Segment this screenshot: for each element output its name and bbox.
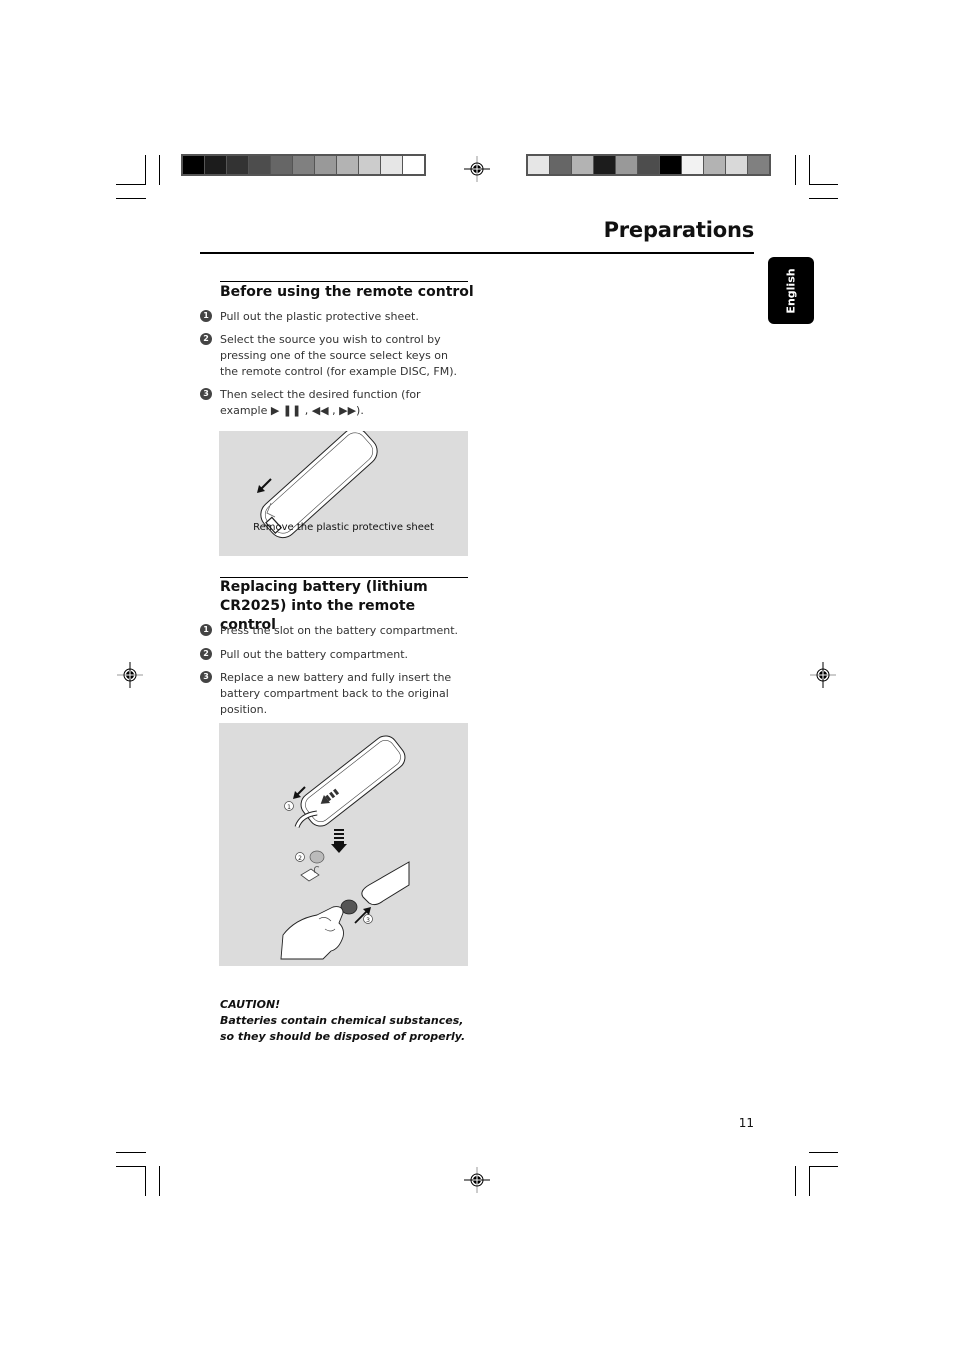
step-text: Pull out the battery compartment. xyxy=(220,648,409,661)
crop-mark xyxy=(795,155,796,185)
color-swatch xyxy=(704,156,725,174)
crop-mark xyxy=(809,184,838,185)
step-text: Pull out the plastic protective sheet. xyxy=(220,310,419,323)
registration-mark-icon xyxy=(464,156,490,182)
callout-number: 1 xyxy=(287,804,291,811)
color-swatch xyxy=(638,156,659,174)
crop-mark xyxy=(809,1166,838,1167)
figure-battery-replacement: 1 2 3 xyxy=(219,723,468,966)
crop-mark xyxy=(809,155,810,185)
remote-control-illustration xyxy=(257,431,378,539)
color-swatch xyxy=(403,156,424,174)
crop-mark xyxy=(809,1166,810,1196)
figure-caption: Remove the plastic protective sheet xyxy=(253,522,434,533)
color-swatch xyxy=(660,156,681,174)
color-swatch xyxy=(616,156,637,174)
section-divider xyxy=(220,281,468,282)
crop-mark xyxy=(145,155,146,185)
caution-title: CAUTION! xyxy=(220,998,281,1011)
color-swatch xyxy=(550,156,571,174)
crop-mark xyxy=(159,1166,160,1196)
color-swatch xyxy=(594,156,615,174)
registration-mark-icon xyxy=(117,662,143,688)
color-swatch xyxy=(726,156,747,174)
color-swatch xyxy=(293,156,314,174)
color-swatch xyxy=(337,156,358,174)
color-swatch xyxy=(682,156,703,174)
color-swatch xyxy=(205,156,226,174)
page-title: Preparations xyxy=(603,218,755,242)
section-heading-remote-use: Before using the remote control xyxy=(220,284,474,300)
step-text: Then select the desired function (for ex… xyxy=(220,388,421,417)
crop-mark xyxy=(116,1166,146,1167)
registration-mark-icon xyxy=(464,1167,490,1193)
color-swatch xyxy=(183,156,204,174)
step-number-badge: 3 xyxy=(200,671,212,683)
step-text: Replace a new battery and fully insert t… xyxy=(220,671,452,716)
crop-mark xyxy=(116,1152,146,1153)
color-swatch xyxy=(249,156,270,174)
step-text: Select the source you wish to control by… xyxy=(220,333,457,378)
color-swatch xyxy=(528,156,549,174)
step-text: Press the slot on the battery compartmen… xyxy=(220,624,459,637)
step-number-badge: 1 xyxy=(200,310,212,322)
language-tab: English xyxy=(768,257,814,324)
color-calibration-bar-right xyxy=(526,154,771,176)
crop-mark xyxy=(809,198,838,199)
step-number-badge: 3 xyxy=(200,388,212,400)
step-number-badge: 1 xyxy=(200,624,212,636)
step-number-badge: 2 xyxy=(200,648,212,660)
color-swatch xyxy=(227,156,248,174)
color-swatch xyxy=(271,156,292,174)
crop-mark xyxy=(795,1166,796,1196)
color-swatch xyxy=(572,156,593,174)
color-swatch xyxy=(315,156,336,174)
battery-replacement-illustration: 1 2 3 xyxy=(280,735,410,960)
color-swatch xyxy=(381,156,402,174)
color-calibration-bar-left xyxy=(181,154,426,176)
page-number: 11 xyxy=(738,1116,754,1130)
color-swatch xyxy=(748,156,769,174)
callout-number: 2 xyxy=(298,855,302,862)
figure-remove-sheet: Remove the plastic protective sheet xyxy=(219,431,468,556)
step-number-badge: 2 xyxy=(200,333,212,345)
crop-mark xyxy=(116,184,146,185)
language-tab-label: English xyxy=(784,267,798,314)
color-swatch xyxy=(359,156,380,174)
caution-note: CAUTION! Batteries contain chemical subs… xyxy=(220,997,480,1045)
caution-text: Batteries contain chemical substances, s… xyxy=(220,1014,466,1043)
title-divider xyxy=(200,252,754,254)
crop-mark xyxy=(809,1152,838,1153)
crop-mark xyxy=(159,155,160,185)
crop-mark xyxy=(145,1166,146,1196)
crop-mark xyxy=(116,198,146,199)
registration-mark-icon xyxy=(810,662,836,688)
callout-number: 3 xyxy=(366,917,370,924)
